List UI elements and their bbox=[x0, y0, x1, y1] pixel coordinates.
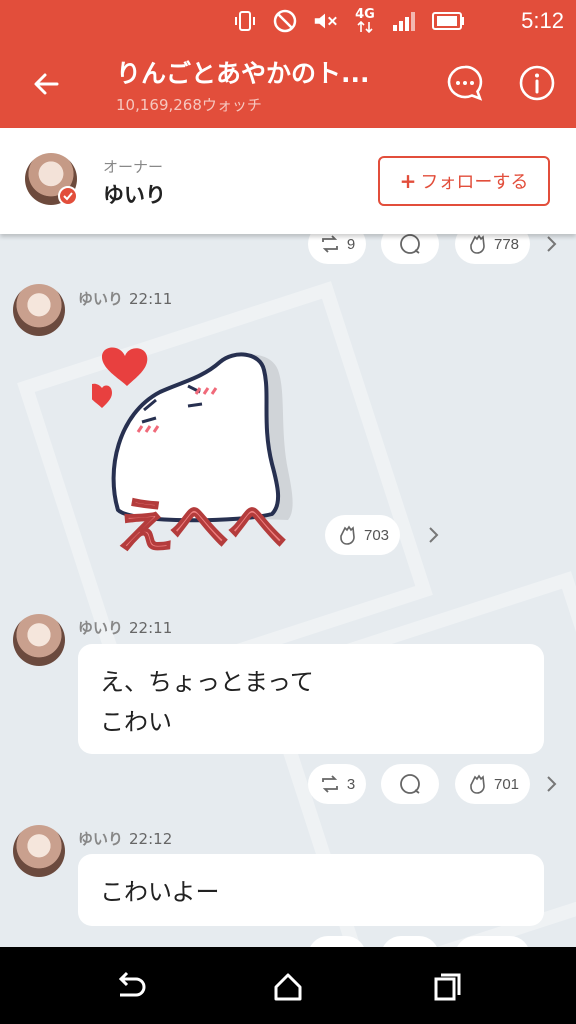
clap-button[interactable]: 703 bbox=[325, 515, 400, 555]
retweet-button[interactable]: 3 bbox=[308, 764, 366, 804]
message-author: ゆいり bbox=[78, 830, 124, 848]
retweet-icon bbox=[321, 235, 338, 253]
nav-home-icon[interactable] bbox=[268, 967, 308, 1007]
mute-icon bbox=[312, 8, 338, 34]
message-bubble[interactable]: え、ちょっとまって こわい bbox=[78, 644, 544, 754]
comment-button[interactable] bbox=[381, 764, 439, 804]
message-author: ゆいり bbox=[78, 619, 124, 637]
clap-icon bbox=[470, 774, 485, 794]
message-time: 22:11 bbox=[129, 290, 173, 308]
message-time: 22:11 bbox=[129, 619, 173, 637]
clock: 5:12 bbox=[521, 8, 564, 33]
verified-badge-icon bbox=[58, 186, 78, 206]
owner-name: ゆいり bbox=[103, 183, 166, 207]
message-bubble[interactable]: こわいよー bbox=[78, 854, 544, 926]
retweet-count: 3 bbox=[346, 775, 356, 793]
message-avatar[interactable] bbox=[13, 614, 65, 666]
chat-timeline[interactable]: 9 778 ゆいり 22:11 えへへ 703 ゆいり 22:11 え、ちょっと… bbox=[0, 234, 576, 947]
chevron-right-icon[interactable] bbox=[540, 234, 562, 255]
clap-icon bbox=[340, 525, 355, 545]
message-meta: ゆいり 22:12 bbox=[78, 828, 172, 849]
clap-button[interactable]: 701 bbox=[455, 764, 530, 804]
comment-icon bbox=[400, 234, 420, 254]
info-icon bbox=[519, 65, 555, 101]
network-label: 4G bbox=[355, 7, 375, 22]
chevron-right-icon[interactable] bbox=[422, 524, 444, 546]
clap-count: 703 bbox=[363, 526, 390, 544]
watch-count: 10,169,268ウォッチ bbox=[116, 96, 262, 114]
chat-bubble-icon bbox=[447, 65, 483, 101]
message-time: 22:12 bbox=[129, 830, 173, 848]
clap-button[interactable] bbox=[455, 936, 530, 947]
network-icon: 4G bbox=[352, 8, 378, 34]
follow-label: フォローする bbox=[420, 172, 529, 193]
nav-back-icon[interactable] bbox=[110, 967, 150, 1007]
clap-button[interactable]: 778 bbox=[455, 234, 530, 264]
signal-icon bbox=[392, 8, 418, 34]
sticker-caption: えへへ bbox=[116, 492, 286, 556]
comment-icon bbox=[400, 774, 420, 794]
retweet-button[interactable]: 9 bbox=[308, 234, 366, 264]
message-meta: ゆいり 22:11 bbox=[78, 617, 172, 638]
retweet-count: 9 bbox=[346, 235, 356, 253]
follow-button[interactable]: + フォローする bbox=[378, 156, 550, 206]
clap-count: 701 bbox=[493, 775, 520, 793]
message-avatar[interactable] bbox=[13, 825, 65, 877]
info-button[interactable] bbox=[516, 62, 558, 104]
owner-role-label: オーナー bbox=[103, 158, 164, 176]
message-line: こわいよー bbox=[100, 878, 220, 906]
clap-count: 778 bbox=[493, 235, 520, 253]
message-line: え、ちょっとまって bbox=[100, 668, 314, 696]
sticker-image: えへへ bbox=[87, 334, 306, 561]
plus-icon: + bbox=[399, 169, 417, 193]
message-line: こわい bbox=[100, 708, 172, 736]
do-not-disturb-icon bbox=[272, 8, 298, 34]
comments-button[interactable] bbox=[444, 62, 486, 104]
status-bar: 4G 5:12 bbox=[0, 0, 576, 42]
message-author: ゆいり bbox=[78, 290, 124, 308]
status-icons: 4G bbox=[232, 6, 466, 36]
comment-button[interactable] bbox=[381, 234, 439, 264]
room-title: りんごとあやかのト... bbox=[116, 59, 370, 88]
system-nav-bar bbox=[0, 947, 576, 1024]
chevron-right-icon[interactable] bbox=[540, 773, 562, 795]
vibrate-icon bbox=[232, 8, 258, 34]
back-button[interactable] bbox=[26, 64, 66, 104]
clap-icon bbox=[470, 234, 485, 254]
back-arrow-icon bbox=[34, 73, 59, 95]
owner-bar: オーナー ゆいり + フォローする bbox=[0, 128, 576, 234]
app-bar: りんごとあやかのト... 10,169,268ウォッチ bbox=[0, 42, 576, 128]
nav-recents-icon[interactable] bbox=[428, 967, 468, 1007]
retweet-icon bbox=[321, 775, 338, 793]
message-meta: ゆいり 22:11 bbox=[78, 288, 172, 309]
message-avatar[interactable] bbox=[13, 284, 65, 336]
battery-icon bbox=[432, 8, 466, 34]
